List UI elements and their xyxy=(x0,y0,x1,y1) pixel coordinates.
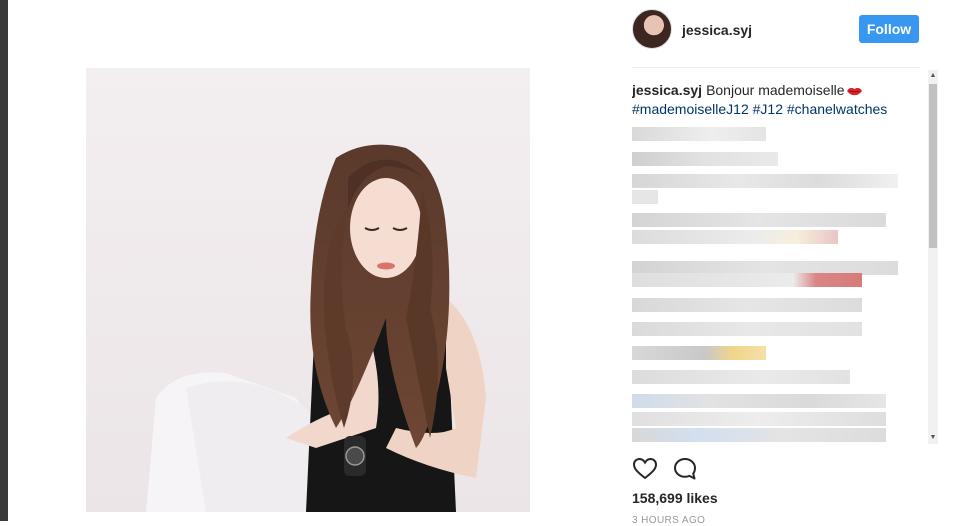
follow-button[interactable]: Follow xyxy=(859,15,919,43)
obscured-comment-row xyxy=(632,213,886,227)
comments-scrollbar[interactable]: ▲ ▼ xyxy=(928,70,938,444)
caption: jessica.syj Bonjour mademoiselle #mademoi… xyxy=(632,81,922,119)
obscured-comment-row xyxy=(632,428,886,442)
caption-text: Bonjour mademoiselle xyxy=(706,82,845,98)
header-username[interactable]: jessica.syj xyxy=(682,22,752,38)
post-actions xyxy=(632,456,752,484)
obscured-comment-row xyxy=(632,273,862,287)
scroll-thumb[interactable] xyxy=(929,84,937,248)
post-header: jessica.syj Follow xyxy=(632,9,920,51)
header-divider xyxy=(632,67,920,68)
caption-username[interactable]: jessica.syj xyxy=(632,82,702,98)
obscured-comment-row xyxy=(632,230,838,244)
lips-emoji-icon xyxy=(846,88,862,96)
comment-bubble-icon[interactable] xyxy=(672,456,698,482)
obscured-comment-row xyxy=(632,127,766,141)
obscured-comment-row xyxy=(632,174,898,188)
obscured-comment-row xyxy=(632,298,862,312)
left-edge-bar xyxy=(0,0,8,521)
post-photo-illustration xyxy=(86,68,530,512)
obscured-comment-row xyxy=(632,346,766,360)
heart-icon[interactable] xyxy=(632,456,658,482)
obscured-comment-row xyxy=(632,370,850,384)
scroll-up-arrow-icon[interactable]: ▲ xyxy=(928,70,938,82)
obscured-comment-row xyxy=(632,394,886,408)
likes-count[interactable]: 158,699 likes xyxy=(632,490,718,506)
hashtag-chanelwatches[interactable]: #chanelwatches xyxy=(787,101,887,117)
obscured-comment-row xyxy=(632,190,658,204)
avatar[interactable] xyxy=(632,9,672,49)
obscured-comment-row xyxy=(632,322,862,336)
comments-panel[interactable]: jessica.syj Bonjour mademoiselle #mademoi… xyxy=(632,70,924,446)
obscured-comment-row xyxy=(632,412,886,426)
hashtag-mademoiselle[interactable]: #mademoiselleJ12 xyxy=(632,101,749,117)
scroll-down-arrow-icon[interactable]: ▼ xyxy=(928,432,938,444)
obscured-comment-row xyxy=(632,152,778,166)
hashtag-j12[interactable]: #J12 xyxy=(753,101,783,117)
post-photo[interactable] xyxy=(86,68,530,512)
